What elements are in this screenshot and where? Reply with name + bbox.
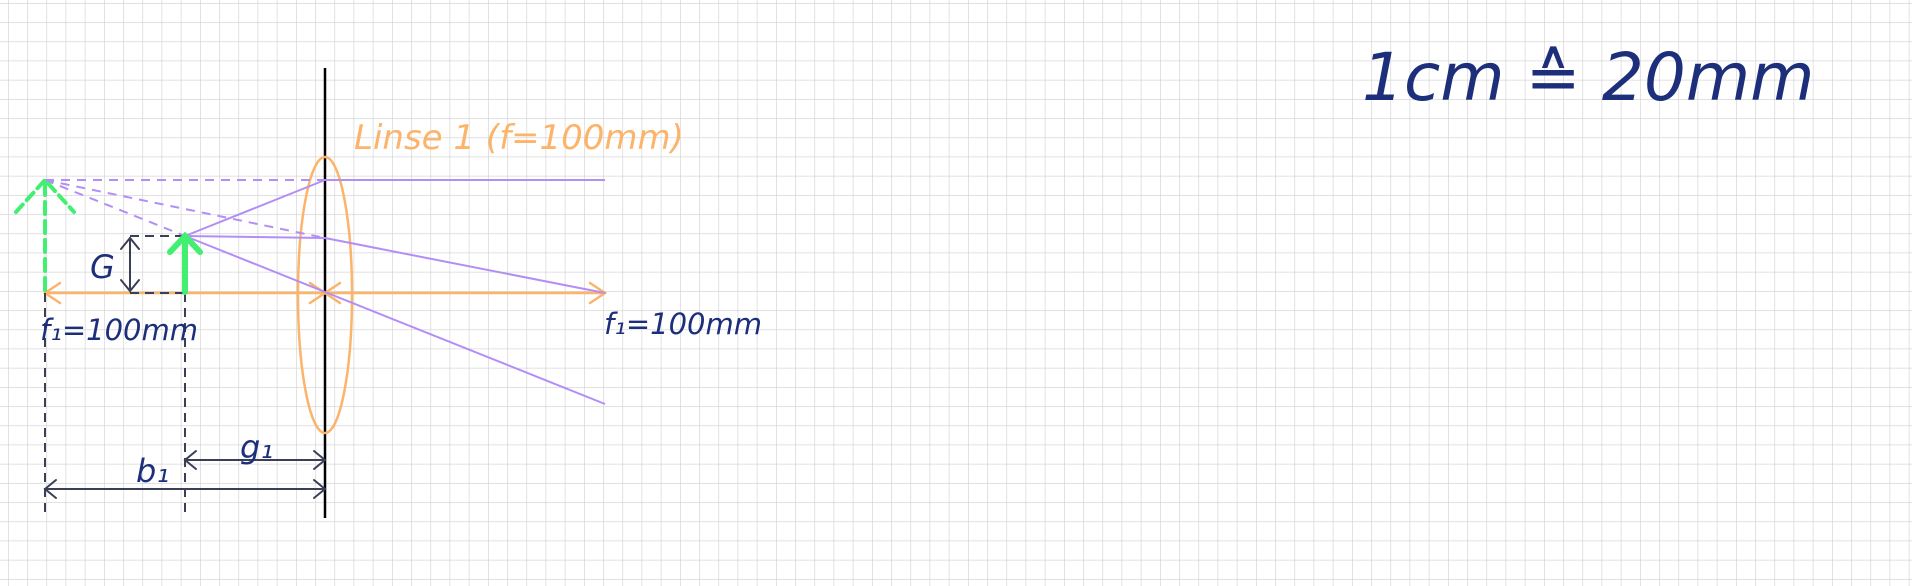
image-distance-label: b₁ <box>136 452 169 490</box>
object-size-label: G <box>90 248 115 286</box>
lens-title-label: Linse 1 (f=100mm) <box>354 118 684 158</box>
object-distance-label: g₁ <box>240 428 273 466</box>
focal-length-left-label: f₁=100mm <box>40 313 198 347</box>
focal-length-right-label: f₁=100mm <box>604 307 762 341</box>
lens-diagram: Linse 1 (f=100mm) f₁=100mm f₁=100mm G g₁… <box>0 0 1912 586</box>
scale-label: 1cm ≙ 20mm <box>1362 39 1814 116</box>
